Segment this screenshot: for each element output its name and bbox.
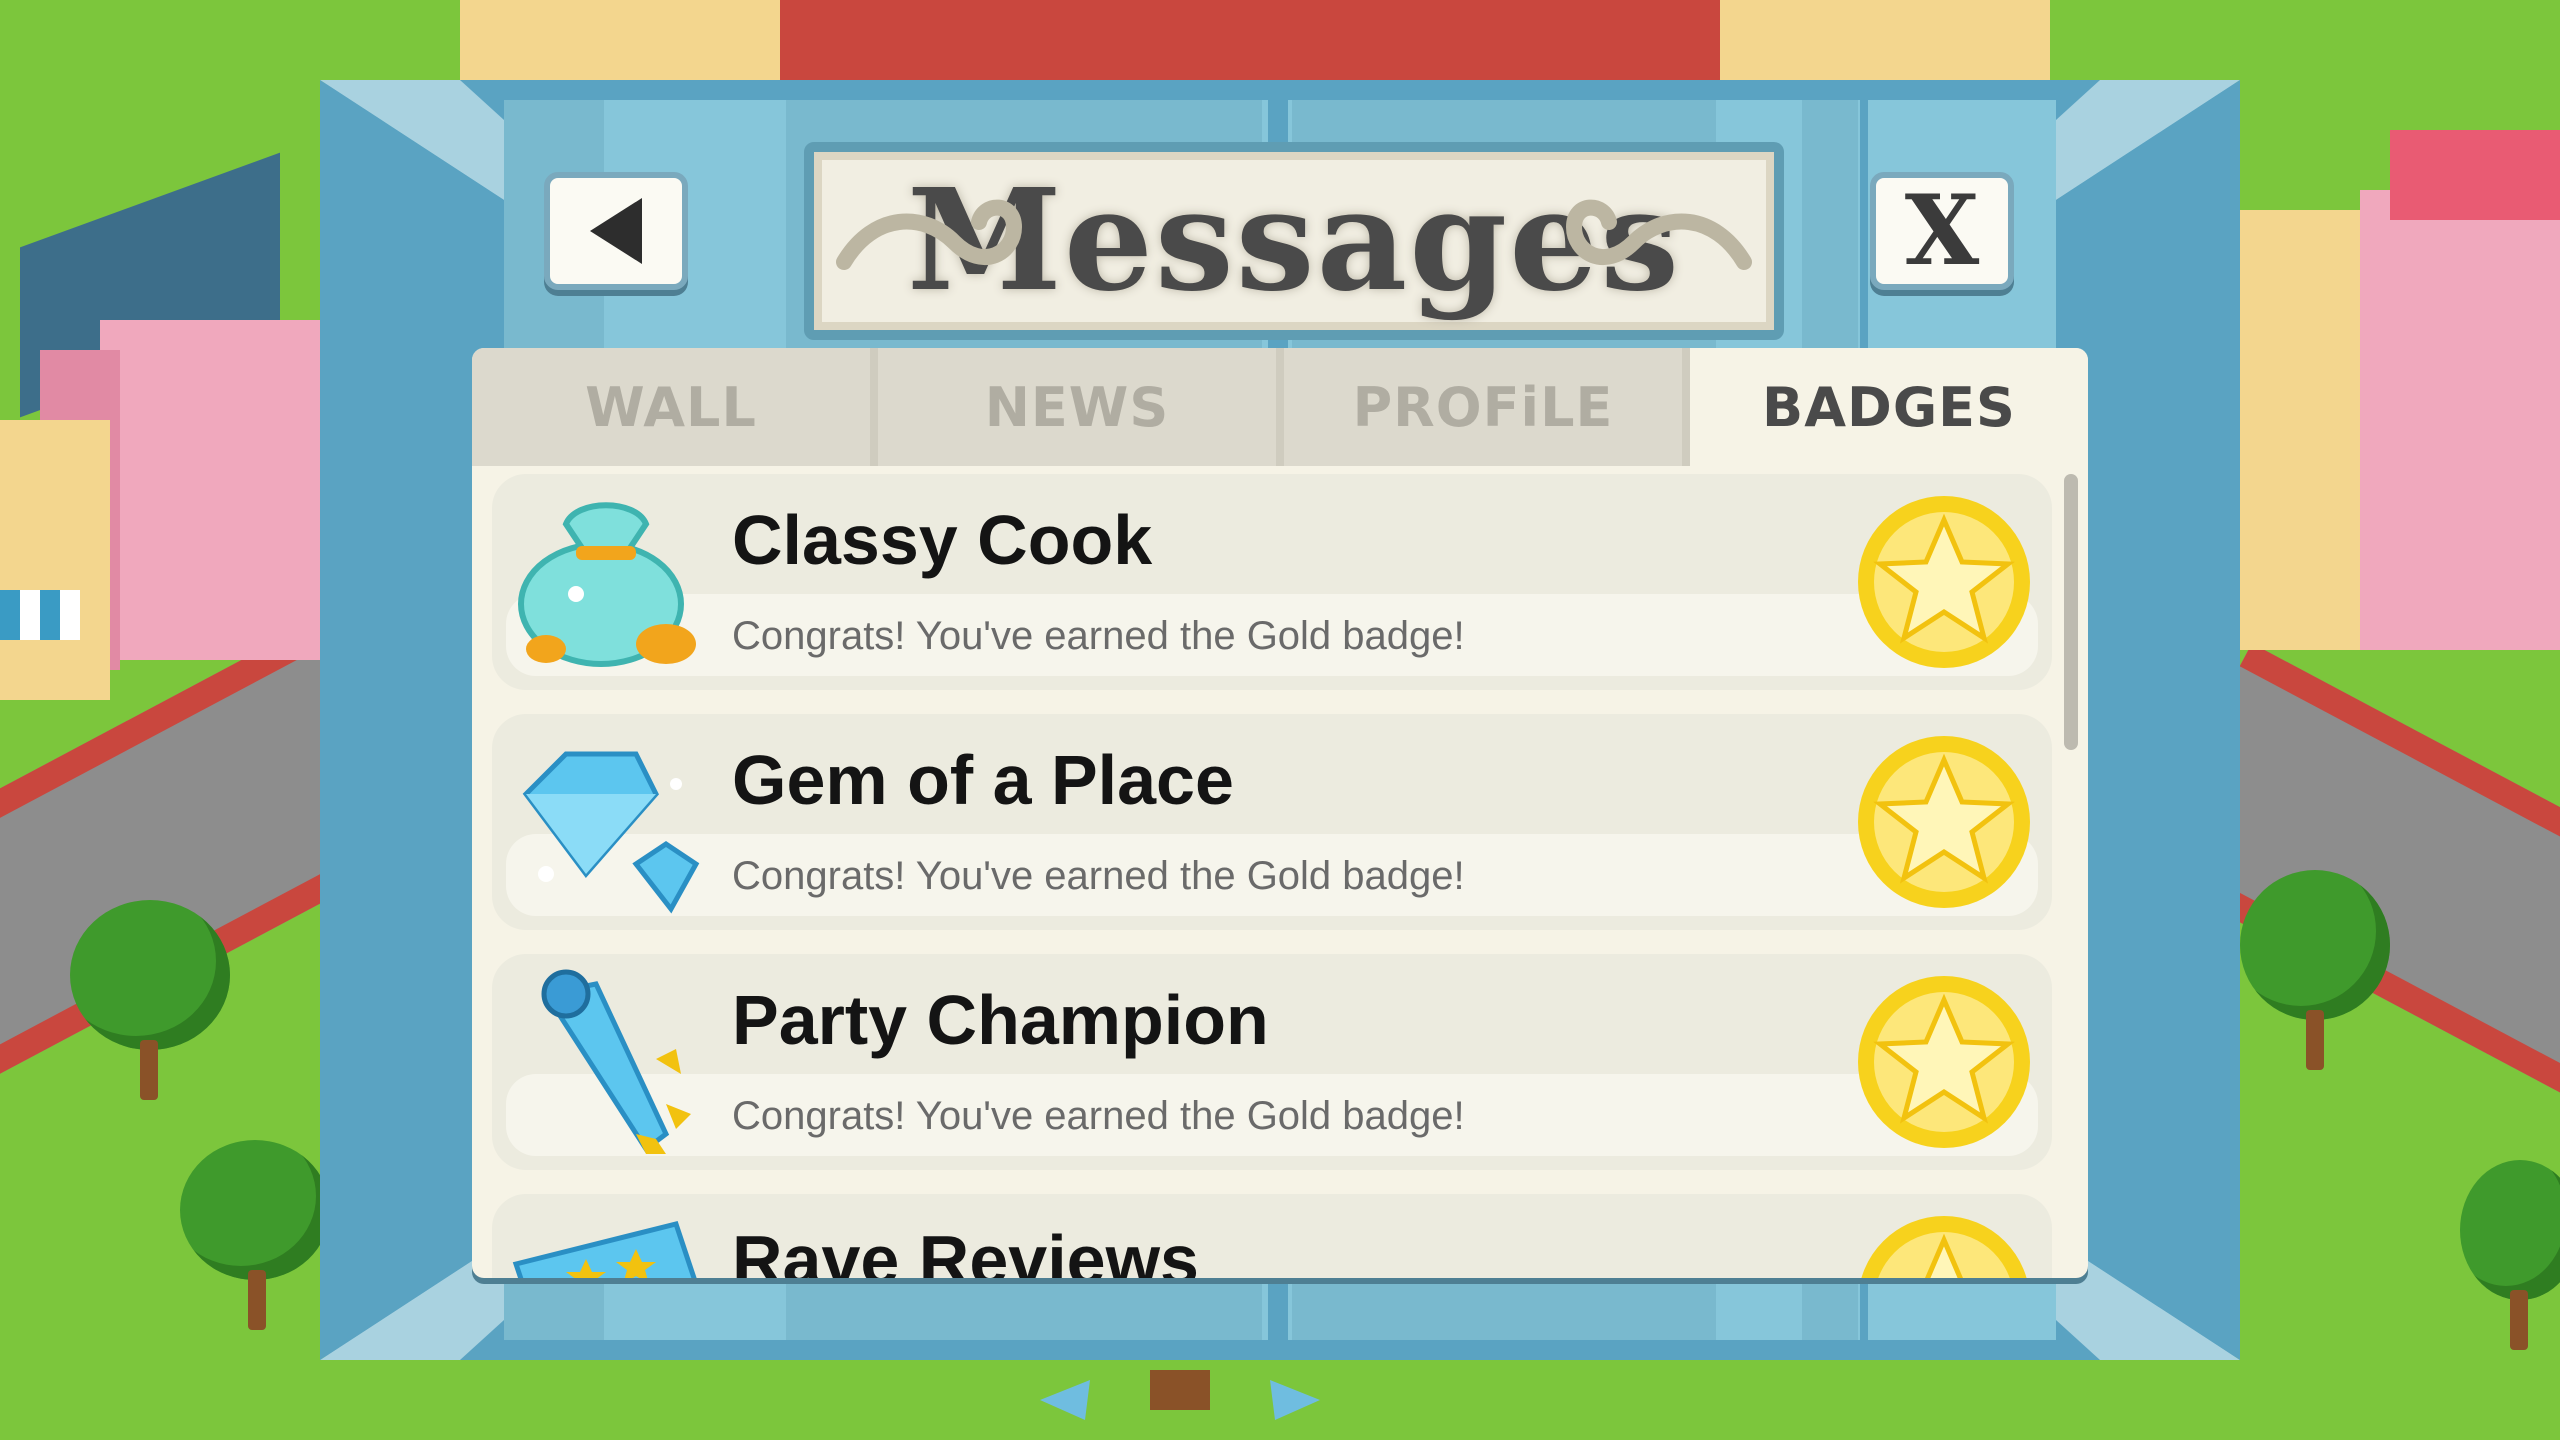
badge-message: Congrats! You've earned the Gold badge!: [732, 614, 1465, 658]
badge-title: Gem of a Place: [732, 741, 1234, 819]
expand-arrows-icon: [1040, 1370, 1320, 1420]
party-horn-icon: [541, 969, 691, 1154]
swirl-ornament-icon: [836, 199, 1023, 270]
badge-message: Congrats! You've earned the Gold badge!: [732, 1094, 1465, 1138]
close-button[interactable]: X: [1870, 172, 2014, 290]
badge-title: Rave Reviews: [732, 1221, 1199, 1278]
gold-star-badge-icon: [1858, 736, 2030, 908]
close-icon: X: [1904, 174, 1980, 287]
tab-news[interactable]: NEWS: [878, 348, 1284, 466]
list-item[interactable]: Party Champion Congrats! You've earned t…: [492, 954, 2052, 1170]
badge-message: Congrats! You've earned the Gold badge!: [732, 854, 1465, 898]
back-button[interactable]: [544, 172, 688, 290]
gold-star-badge-icon: [1858, 976, 2030, 1148]
pink-building: [2240, 130, 2560, 690]
top-building: [460, 0, 780, 90]
gold-star-badge-icon: [1861, 1216, 2027, 1278]
badge-title: Classy Cook: [732, 501, 1153, 579]
tab-profile[interactable]: PROFiLE: [1284, 348, 1690, 466]
swirl-ornament-icon: [1565, 199, 1752, 270]
gold-star-badge-icon: [1858, 496, 2030, 668]
badge-list[interactable]: Classy Cook Congrats! You've earned the …: [492, 474, 2052, 1278]
review-ticket-icon: [512, 1221, 697, 1278]
money-bag-icon: [518, 502, 696, 667]
diamond-gems-icon: [522, 751, 700, 914]
badge-title: Party Champion: [732, 981, 1269, 1059]
tab-badges[interactable]: BADGES: [1690, 348, 2088, 466]
road: [720, 0, 1820, 80]
top-building: [1720, 0, 2050, 90]
list-item[interactable]: Classy Cook Congrats! You've earned the …: [492, 474, 2052, 690]
tab-bar: WALL NEWS PROFiLE BADGES: [472, 348, 2088, 466]
list-item[interactable]: Rave Reviews: [492, 1194, 2052, 1278]
back-arrow-icon: [590, 198, 642, 264]
tab-wall[interactable]: WALL: [472, 348, 878, 466]
scrollbar[interactable]: [2064, 474, 2078, 750]
title-banner: Messages: [804, 142, 1784, 340]
yellow-building: [0, 420, 160, 720]
messages-panel: WALL NEWS PROFiLE BADGES Classy Cook Con…: [472, 348, 2088, 1278]
list-item[interactable]: Gem of a Place Congrats! You've earned t…: [492, 714, 2052, 930]
